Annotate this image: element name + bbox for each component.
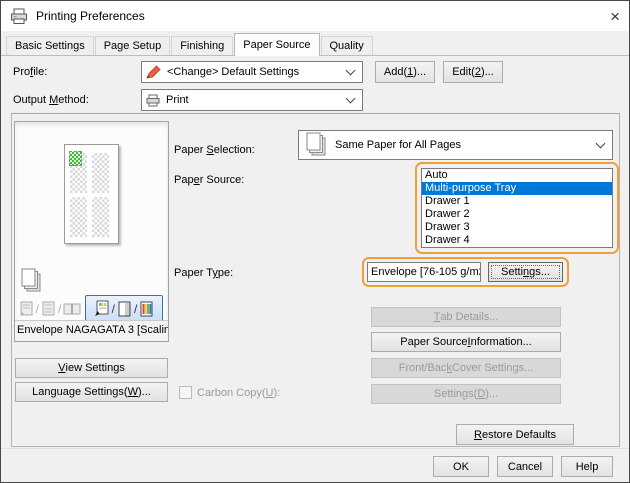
add-profile-button[interactable]: Add(1)...	[375, 61, 435, 83]
chevron-down-icon	[346, 66, 356, 76]
front-back-cover-settings-button[interactable]: Front/Back Cover Settings...	[371, 358, 561, 378]
paper-source-option[interactable]: Drawer 3	[422, 221, 612, 234]
carbon-copy-settings-button[interactable]: Settings(D)...	[371, 384, 561, 404]
paper-source-option[interactable]: Multi-purpose Tray	[422, 182, 612, 195]
chevron-down-icon	[596, 139, 606, 149]
paper-source-option[interactable]: Auto	[422, 169, 612, 182]
preview-panel: / /	[14, 121, 169, 342]
profile-combo[interactable]: <Change> Default Settings	[141, 61, 363, 83]
color-document-pointer-icon	[94, 300, 110, 317]
paper-source-option[interactable]: Drawer 2	[422, 208, 612, 221]
cancel-button[interactable]: Cancel	[497, 456, 553, 477]
document-pages-icon	[41, 301, 56, 317]
profile-label: Profile:	[13, 66, 47, 78]
title-bar: Printing Preferences ×	[1, 1, 629, 31]
paper-selection-label: Paper Selection:	[174, 144, 255, 156]
book-spread-icon	[63, 302, 81, 316]
printer-icon	[10, 8, 28, 25]
tab-paper-source[interactable]: Paper Source	[234, 33, 319, 56]
printing-preferences-dialog: Printing Preferences × Basic Settings Pa…	[0, 0, 630, 483]
grayscale-document-icon	[117, 301, 132, 317]
paper-selection-combo[interactable]: Same Paper for All Pages	[298, 130, 613, 160]
profile-value: <Change> Default Settings	[167, 66, 299, 78]
paper-type-field[interactable]: Envelope [76-105 g/m2]	[367, 262, 481, 282]
output-method-value: Print	[166, 94, 189, 106]
tab-finishing[interactable]: Finishing	[171, 36, 233, 55]
selected-page-marker	[69, 151, 82, 166]
paper-source-label: Paper Source:	[174, 174, 244, 186]
preview-status-text: Envelope NAGAGATA 3 [Scaling: Au	[15, 320, 168, 342]
tab-details-button[interactable]: Tab Details...	[371, 307, 561, 327]
preview-mode-buttons-disabled[interactable]: / /	[17, 297, 83, 321]
paper-source-option[interactable]: Drawer 1	[422, 195, 612, 208]
language-settings-button[interactable]: Language Settings(W)...	[15, 382, 168, 402]
paper-type-settings-button[interactable]: Settings...	[488, 262, 563, 282]
tab-page-setup[interactable]: Page Setup	[95, 36, 171, 55]
edit-profile-button[interactable]: Edit(2)...	[443, 61, 503, 83]
paper-source-information-button[interactable]: Paper Source Information...	[371, 332, 561, 352]
help-button[interactable]: Help	[561, 456, 613, 477]
preview-view-buttons-active[interactable]: / /	[85, 295, 163, 322]
carbon-copy-label: Carbon Copy(U):	[197, 387, 280, 399]
restore-defaults-button[interactable]: Restore Defaults	[456, 424, 574, 445]
view-settings-button[interactable]: View Settings	[15, 358, 168, 378]
paper-stack-icon	[19, 268, 45, 294]
tab-strip: Basic Settings Page Setup Finishing Pape…	[1, 33, 629, 56]
carbon-copy-checkbox[interactable]	[179, 386, 192, 399]
output-method-label: Output Method:	[13, 94, 89, 106]
document-list-icon	[19, 301, 34, 317]
close-icon[interactable]: ×	[594, 8, 620, 25]
footer-divider	[1, 448, 629, 450]
color-stripes-document-icon	[139, 301, 154, 317]
tab-basic-settings[interactable]: Basic Settings	[6, 36, 94, 55]
page-preview	[64, 144, 119, 244]
pencil-icon	[146, 65, 161, 79]
output-method-combo[interactable]: Print	[141, 89, 363, 111]
same-paper-stack-icon	[303, 132, 329, 158]
paper-type-label: Paper Type:	[174, 267, 233, 279]
paper-source-option[interactable]: Drawer 4	[422, 234, 612, 247]
ok-button[interactable]: OK	[433, 456, 489, 477]
window-title: Printing Preferences	[36, 9, 145, 23]
tab-quality[interactable]: Quality	[321, 36, 373, 55]
paper-selection-value: Same Paper for All Pages	[335, 139, 461, 151]
chevron-down-icon	[346, 94, 356, 104]
paper-source-listbox[interactable]: AutoMulti-purpose TrayDrawer 1Drawer 2Dr…	[421, 168, 613, 248]
printer-small-icon	[146, 94, 160, 107]
